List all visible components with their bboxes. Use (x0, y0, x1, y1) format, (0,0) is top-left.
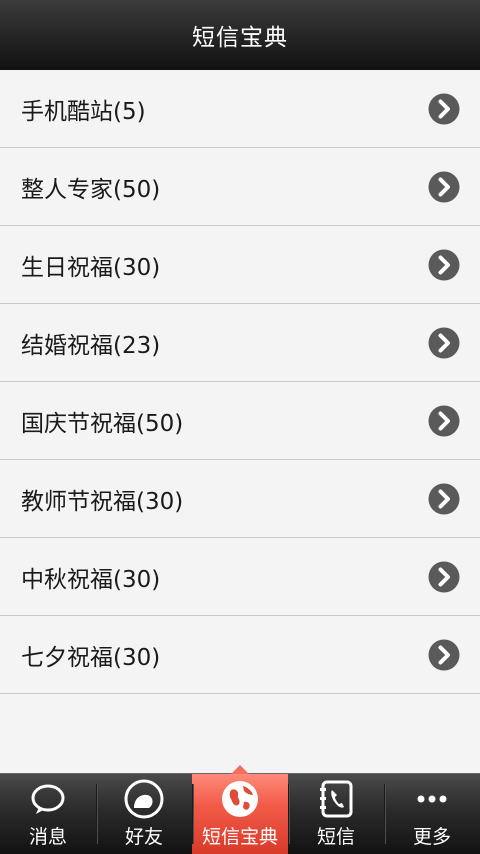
more-dots-icon (417, 795, 447, 803)
tab-label: 消息 (28, 826, 67, 848)
tab-label: 好友 (124, 826, 163, 848)
bottom-tab-bar: 消息 好友 短信宝典 短信 更多 (0, 765, 480, 854)
category-list: 手机酷站(5) 整人专家(50) 生日祝福(30) 结婚祝福(23) 国庆节祝福… (0, 70, 480, 694)
chevron-right-circle-icon (428, 405, 460, 436)
list-item-label: 教师节祝福(30) (21, 488, 184, 515)
list-item[interactable]: 国庆节祝福(50) (0, 382, 480, 460)
chevron-right-circle-icon (428, 483, 460, 514)
globe-icon (222, 781, 258, 817)
chevron-right-circle-icon (428, 171, 460, 202)
list-item-label: 结婚祝福(23) (21, 332, 161, 359)
list-item[interactable]: 中秋祝福(30) (0, 538, 480, 616)
list-item-label: 中秋祝福(30) (21, 566, 161, 593)
list-item[interactable]: 七夕祝福(30) (0, 616, 480, 694)
list-item-label: 七夕祝福(30) (21, 644, 161, 671)
tab-messages[interactable]: 消息 (0, 774, 96, 854)
speech-bubble-icon (31, 784, 65, 814)
friend-circle-icon (124, 779, 164, 819)
list-item[interactable]: 教师节祝福(30) (0, 460, 480, 538)
page-title: 短信宝典 (192, 25, 288, 51)
tab-label: 短信宝典 (201, 826, 278, 848)
chevron-right-circle-icon (428, 249, 460, 280)
tab-friends[interactable]: 好友 (96, 774, 192, 854)
tab-more[interactable]: 更多 (384, 774, 480, 854)
list-item[interactable]: 生日祝福(30) (0, 226, 480, 304)
list-item-label: 国庆节祝福(50) (21, 410, 184, 437)
list-item-label: 生日祝福(30) (21, 254, 161, 281)
title-bar: 短信宝典 (0, 0, 480, 70)
chevron-right-circle-icon (428, 561, 460, 592)
list-item[interactable]: 结婚祝福(23) (0, 304, 480, 382)
phone-book-icon (320, 780, 353, 818)
chevron-right-circle-icon (428, 327, 460, 358)
list-item-label: 整人专家(50) (21, 176, 161, 203)
tab-sms-treasury[interactable]: 短信宝典 (192, 765, 288, 854)
list-item-label: 手机酷站(5) (21, 98, 146, 125)
list-item[interactable]: 整人专家(50) (0, 148, 480, 226)
list-item[interactable]: 手机酷站(5) (0, 70, 480, 148)
tab-label: 更多 (412, 826, 451, 848)
tab-sms[interactable]: 短信 (288, 774, 384, 854)
chevron-right-circle-icon (428, 639, 460, 670)
chevron-right-circle-icon (428, 93, 460, 124)
tab-label: 短信 (316, 826, 355, 848)
